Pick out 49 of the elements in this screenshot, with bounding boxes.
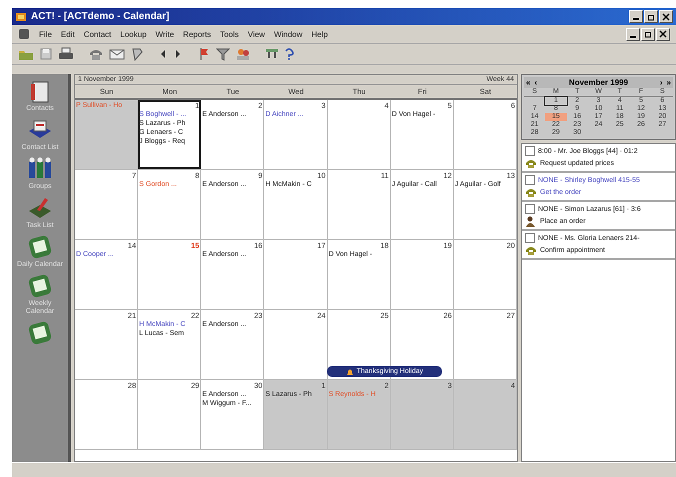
letter-icon[interactable] <box>109 47 125 61</box>
phone-icon <box>525 245 537 256</box>
minimize-button[interactable] <box>626 28 640 40</box>
menu-item[interactable]: Contact <box>84 30 112 38</box>
bell-icon <box>346 368 354 376</box>
menu-item[interactable]: Edit <box>60 30 75 38</box>
restore-icon <box>644 30 652 38</box>
help-icon[interactable] <box>284 47 294 61</box>
restore-icon <box>647 12 655 20</box>
close-button[interactable] <box>656 28 670 40</box>
nav-button[interactable]: ‹ <box>534 78 538 87</box>
nav-button[interactable]: › <box>660 78 663 87</box>
month-title: November 1999 <box>568 78 630 87</box>
filter-icon[interactable] <box>216 47 230 61</box>
phone-icon <box>525 187 537 198</box>
nav-button[interactable]: « <box>526 78 530 87</box>
checkbox[interactable] <box>525 146 535 156</box>
hierarchy-icon[interactable] <box>265 47 279 61</box>
menu-item[interactable]: Reports <box>183 30 212 38</box>
menu-item[interactable]: Help <box>311 30 328 38</box>
checkbox[interactable] <box>525 204 535 214</box>
note-icon[interactable] <box>130 47 144 61</box>
minimize-icon <box>633 18 639 20</box>
app-icon <box>15 10 27 22</box>
menu-item[interactable]: File <box>39 30 52 38</box>
menu-item[interactable]: Write <box>156 30 174 38</box>
minimize-icon <box>630 36 636 38</box>
close-icon <box>659 30 667 38</box>
menu-item[interactable]: View <box>248 30 265 38</box>
restore-button[interactable] <box>644 10 658 23</box>
close-button[interactable] <box>659 10 673 23</box>
nav-button[interactable]: » <box>666 78 671 87</box>
person-icon <box>525 216 537 227</box>
next-icon[interactable] <box>173 47 183 61</box>
phone-icon <box>525 158 537 169</box>
people-icon[interactable] <box>235 47 251 61</box>
menu-item[interactable]: Window <box>274 30 302 38</box>
close-icon <box>662 12 670 20</box>
checkbox[interactable] <box>525 233 535 243</box>
menu-item[interactable]: Lookup <box>120 30 147 38</box>
window-title: ACT! - [ACTdemo - Calendar] <box>31 11 170 22</box>
checkbox[interactable] <box>525 175 535 185</box>
restore-button[interactable] <box>641 28 655 40</box>
printer-icon[interactable] <box>58 47 74 61</box>
save-icon[interactable] <box>39 47 53 61</box>
phone-icon[interactable] <box>88 47 104 61</box>
menu-item[interactable]: Tools <box>220 30 239 38</box>
document-icon <box>18 28 30 40</box>
minimize-button[interactable] <box>629 10 643 23</box>
